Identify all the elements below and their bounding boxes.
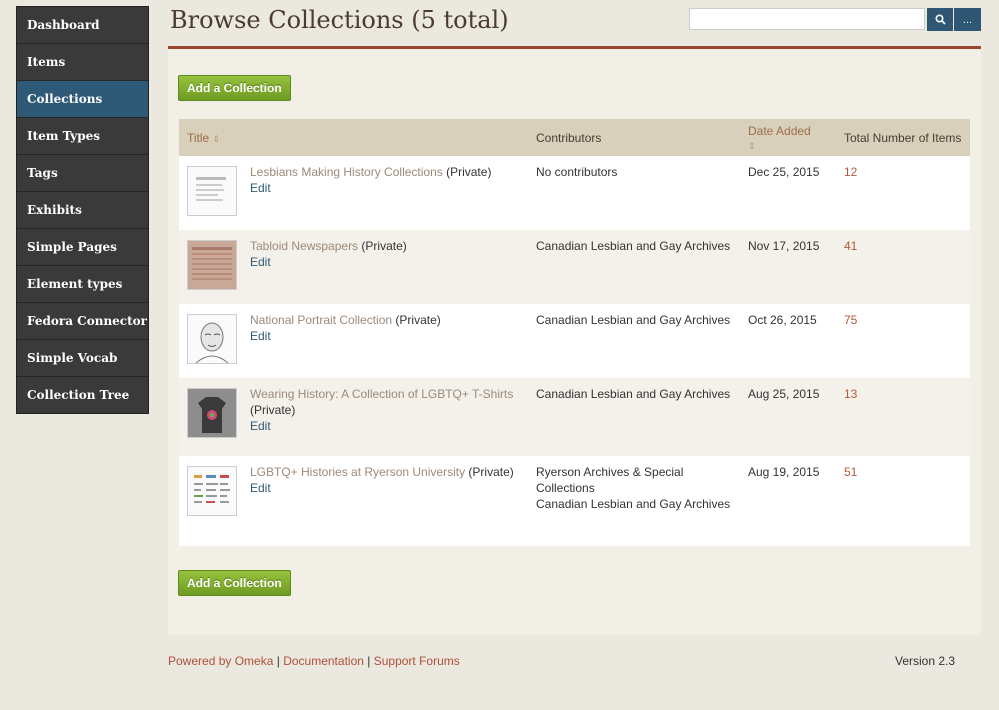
- collection-title-link[interactable]: National Portrait Collection: [250, 313, 392, 327]
- table-row: Wearing History: A Collection of LGBTQ+ …: [179, 378, 970, 456]
- sidebar-item-collection-tree[interactable]: Collection Tree: [17, 377, 148, 413]
- sidebar-item-simple-vocab[interactable]: Simple Vocab: [17, 340, 148, 377]
- search-button[interactable]: [927, 8, 953, 31]
- advanced-search-button[interactable]: ...: [954, 8, 981, 31]
- column-total-items: Total Number of Items: [836, 119, 970, 156]
- contributors-cell: Canadian Lesbian and Gay Archives: [528, 378, 740, 456]
- private-label: (Private): [395, 313, 441, 327]
- sort-icon: ⇕: [748, 140, 756, 151]
- sidebar-item-fedora-connector[interactable]: Fedora Connector: [17, 303, 148, 340]
- contributor: Canadian Lesbian and Gay Archives: [536, 313, 731, 327]
- contributors-cell: No contributors: [528, 156, 740, 230]
- column-date-added[interactable]: Date Added ⇕: [740, 119, 836, 156]
- collection-title-link[interactable]: LGBTQ+ Histories at Ryerson University: [250, 465, 465, 479]
- count-cell: 75: [836, 304, 970, 378]
- documentation-link[interactable]: Documentation: [283, 654, 364, 668]
- contributor: Canadian Lesbian and Gay Archives: [536, 497, 731, 511]
- search-icon: [934, 14, 946, 25]
- admin-sidebar: Dashboard Items Collections Item Types T…: [16, 6, 149, 414]
- collection-thumbnail[interactable]: [187, 466, 237, 516]
- table-row: Lesbians Making History Collections (Pri…: [179, 156, 970, 230]
- contributor: No contributors: [536, 165, 618, 179]
- table-row: National Portrait Collection (Private) E…: [179, 304, 970, 378]
- column-contributors: Contributors: [528, 119, 740, 156]
- contributors-cell: Canadian Lesbian and Gay Archives: [528, 304, 740, 378]
- sort-icon: ⇕: [212, 133, 221, 144]
- item-count-link[interactable]: 12: [844, 165, 857, 179]
- table-row: Tabloid Newspapers (Private) Edit Canadi…: [179, 230, 970, 304]
- date-cell: Nov 17, 2015: [740, 230, 836, 304]
- count-cell: 51: [836, 456, 970, 546]
- collection-thumbnail[interactable]: [187, 240, 237, 290]
- collection-thumbnail[interactable]: [187, 388, 237, 438]
- private-label: (Private): [446, 165, 492, 179]
- sidebar-item-item-types[interactable]: Item Types: [17, 118, 148, 155]
- contributor: Ryerson Archives & Special Collections: [536, 465, 684, 495]
- private-label: (Private): [468, 465, 514, 479]
- sidebar-item-element-types[interactable]: Element types: [17, 266, 148, 303]
- version-label: Version 2.3: [895, 654, 956, 668]
- column-title-label: Title: [187, 130, 210, 145]
- date-cell: Dec 25, 2015: [740, 156, 836, 230]
- page-title: Browse Collections (5 total): [170, 6, 509, 34]
- count-cell: 41: [836, 230, 970, 304]
- footer-separator: |: [367, 654, 371, 668]
- add-collection-button[interactable]: Add a Collection: [178, 570, 291, 596]
- footer-links: Powered by Omeka | Documentation | Suppo…: [168, 654, 460, 668]
- sidebar-item-tags[interactable]: Tags: [17, 155, 148, 192]
- collection-title-link[interactable]: Tabloid Newspapers: [250, 239, 358, 253]
- collections-table: Title ⇕ Contributors Date Added ⇕ Total N…: [179, 119, 970, 546]
- collection-thumbnail[interactable]: [187, 314, 237, 364]
- item-count-link[interactable]: 41: [844, 239, 857, 253]
- sidebar-item-exhibits[interactable]: Exhibits: [17, 192, 148, 229]
- powered-by-omeka-link[interactable]: Powered by Omeka: [168, 654, 273, 668]
- sidebar-item-simple-pages[interactable]: Simple Pages: [17, 229, 148, 266]
- column-date-label: Date Added: [748, 123, 811, 138]
- item-count-link[interactable]: 13: [844, 387, 857, 401]
- count-cell: 13: [836, 378, 970, 456]
- count-cell: 12: [836, 156, 970, 230]
- sidebar-item-items[interactable]: Items: [17, 44, 148, 81]
- contributors-cell: Ryerson Archives & Special Collections C…: [528, 456, 740, 546]
- date-cell: Aug 25, 2015: [740, 378, 836, 456]
- column-title[interactable]: Title ⇕: [179, 119, 528, 156]
- footer-separator: |: [276, 654, 280, 668]
- contributor: Canadian Lesbian and Gay Archives: [536, 239, 731, 253]
- main-panel: Add a Collection Title ⇕ Contributors Da…: [168, 49, 981, 635]
- sidebar-item-collections[interactable]: Collections: [17, 81, 148, 118]
- sidebar-item-dashboard[interactable]: Dashboard: [17, 7, 148, 44]
- contributor: Canadian Lesbian and Gay Archives: [536, 387, 731, 401]
- item-count-link[interactable]: 51: [844, 465, 857, 479]
- collection-thumbnail[interactable]: [187, 166, 237, 216]
- date-cell: Aug 19, 2015: [740, 456, 836, 546]
- collection-title-link[interactable]: Lesbians Making History Collections: [250, 165, 443, 179]
- collection-title-link[interactable]: Wearing History: A Collection of LGBTQ+ …: [250, 387, 513, 401]
- private-label: (Private): [250, 403, 296, 417]
- support-forums-link[interactable]: Support Forums: [374, 654, 460, 668]
- item-count-link[interactable]: 75: [844, 313, 857, 327]
- add-collection-button[interactable]: Add a Collection: [178, 75, 291, 101]
- contributors-cell: Canadian Lesbian and Gay Archives: [528, 230, 740, 304]
- table-row: LGBTQ+ Histories at Ryerson University (…: [179, 456, 970, 546]
- search-input[interactable]: [689, 8, 925, 30]
- date-cell: Oct 26, 2015: [740, 304, 836, 378]
- private-label: (Private): [361, 239, 407, 253]
